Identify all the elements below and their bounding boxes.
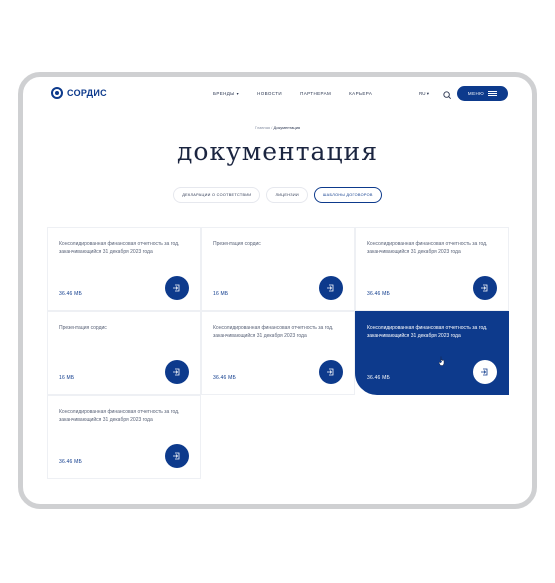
browser-frame: СОРДИС БРЕНДЫ ▾ НОВОСТИ ПАРТНЕРАМ КАРЬЕРА…	[18, 72, 537, 509]
document-card[interactable]: Консолидированная финансовая отчетность …	[47, 227, 201, 311]
download-button[interactable]	[165, 360, 189, 384]
breadcrumb: Главная / Документация	[23, 125, 532, 130]
download-button[interactable]	[319, 360, 343, 384]
chevron-down-icon: ▾	[426, 91, 430, 96]
document-size: 36.46 МБ	[59, 459, 82, 465]
download-button[interactable]	[473, 276, 497, 300]
document-title: Консолидированная финансовая отчетность …	[367, 241, 488, 255]
site-header: СОРДИС БРЕНДЫ ▾ НОВОСТИ ПАРТНЕРАМ КАРЬЕРА…	[23, 77, 532, 107]
download-icon	[481, 368, 488, 376]
document-card-hovered[interactable]: Консолидированная финансовая отчетность …	[355, 311, 509, 395]
document-title: Консолидированная финансовая отчетность …	[59, 241, 180, 255]
hand-cursor-icon	[438, 356, 445, 366]
document-size: 16 МБ	[59, 375, 75, 381]
chevron-down-icon: ▾	[236, 91, 240, 96]
document-size: 36.46 МБ	[59, 291, 82, 297]
document-size: 36.46 МБ	[367, 291, 390, 297]
breadcrumb-current: Документация	[273, 125, 301, 130]
menu-label: МЕНЮ	[467, 91, 485, 96]
download-icon	[173, 368, 180, 376]
document-title: Консолидированная финансовая отчетность …	[59, 409, 180, 423]
document-title: Презентация сордис	[59, 325, 107, 331]
nav-item-partners[interactable]: ПАРТНЕРАМ	[300, 91, 331, 96]
document-card[interactable]: Консолидированная финансовая отчетность …	[355, 227, 509, 311]
document-card[interactable]: Консолидированная финансовая отчетность …	[47, 395, 201, 479]
download-button[interactable]	[473, 360, 497, 384]
document-card[interactable]: Презентация сордис 16 МБ	[201, 227, 355, 311]
search-icon[interactable]	[442, 88, 453, 100]
download-button[interactable]	[319, 276, 343, 300]
burger-menu-icon	[488, 91, 498, 96]
document-size: 36.46 МБ	[367, 375, 390, 381]
breadcrumb-home[interactable]: Главная	[255, 125, 270, 130]
page: СОРДИС БРЕНДЫ ▾ НОВОСТИ ПАРТНЕРАМ КАРЬЕРА…	[23, 77, 532, 504]
filter-chips: ДЕКЛАРАЦИИ О СООТВЕТСТВИИ ЛИЦЕНЗИИ ШАБЛО…	[23, 187, 532, 203]
document-title: Консолидированная финансовая отчетность …	[367, 325, 488, 339]
logo[interactable]: СОРДИС	[51, 87, 107, 99]
page-title: документация	[177, 137, 378, 166]
logo-text: СОРДИС	[67, 88, 107, 98]
download-button[interactable]	[165, 276, 189, 300]
main-nav: БРЕНДЫ ▾ НОВОСТИ ПАРТНЕРАМ КАРЬЕРА	[213, 91, 372, 96]
download-button[interactable]	[165, 444, 189, 468]
document-size: 36.46 МБ	[213, 375, 236, 381]
document-title: Консолидированная финансовая отчетность …	[213, 325, 334, 339]
document-size: 16 МБ	[213, 291, 229, 297]
language-selector[interactable]: RU ▾	[419, 91, 429, 97]
download-icon	[173, 452, 180, 460]
menu-button[interactable]: МЕНЮ	[457, 86, 508, 101]
download-icon	[481, 284, 488, 292]
filter-declarations[interactable]: ДЕКЛАРАЦИИ О СООТВЕТСТВИИ	[173, 187, 261, 203]
document-title: Презентация сордис	[213, 241, 261, 247]
filter-licenses[interactable]: ЛИЦЕНЗИИ	[266, 187, 308, 203]
document-card[interactable]: Консолидированная финансовая отчетность …	[201, 311, 355, 395]
nav-item-career[interactable]: КАРЬЕРА	[349, 91, 372, 96]
document-card[interactable]: Презентация сордис 16 МБ	[47, 311, 201, 395]
download-icon	[327, 368, 334, 376]
nav-item-brands[interactable]: БРЕНДЫ ▾	[213, 91, 239, 96]
download-icon	[327, 284, 334, 292]
nav-item-news[interactable]: НОВОСТИ	[257, 91, 282, 96]
download-icon	[173, 284, 180, 292]
filter-contract-templates[interactable]: ШАБЛОНЫ ДОГОВОРОВ	[313, 187, 382, 203]
documents-grid: Консолидированная финансовая отчетность …	[47, 227, 510, 479]
sordis-logo-icon	[51, 87, 63, 99]
